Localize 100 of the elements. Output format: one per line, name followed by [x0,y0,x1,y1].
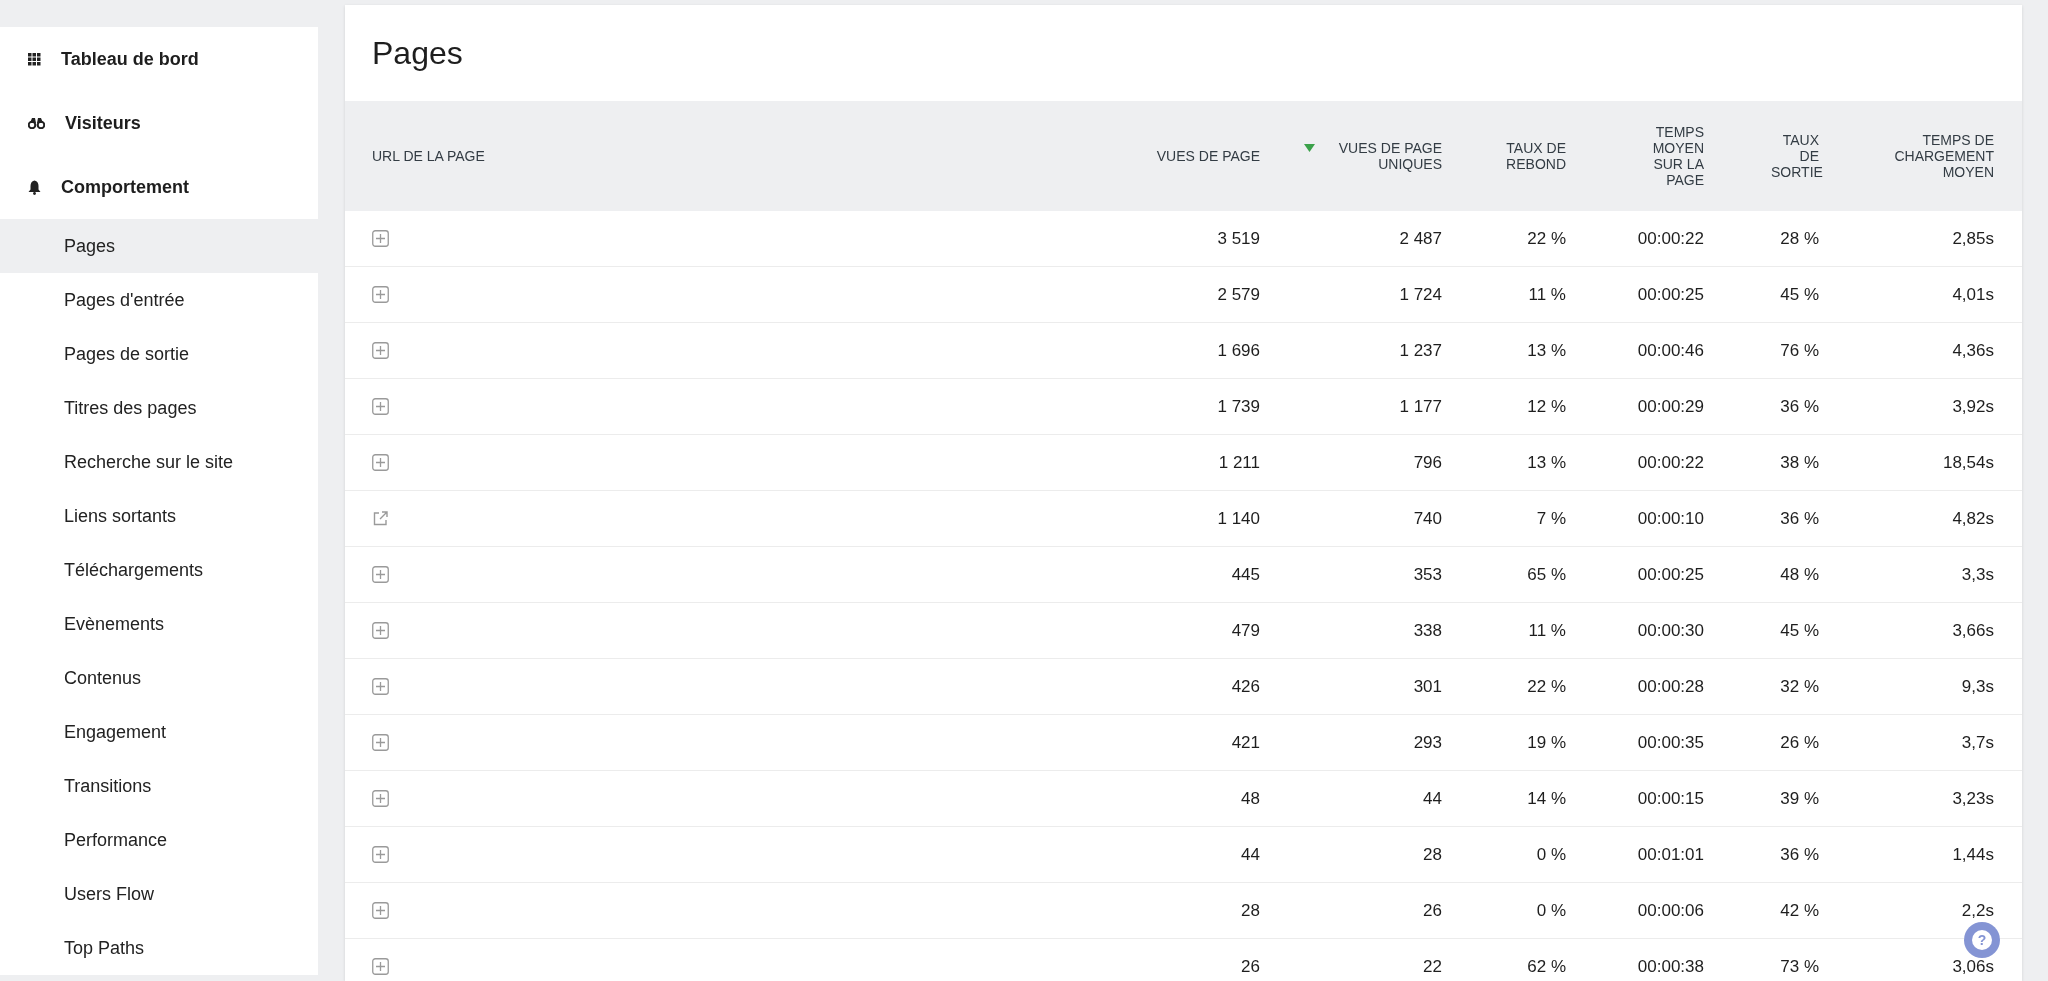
table-cell-text: 62 % [1526,957,1566,976]
table-cell-text: 0 % [1535,845,1566,864]
table-cell-text: 36 % [1779,397,1819,416]
table-cell-text: 00:00:22 [1636,453,1704,472]
sidebar-item[interactable]: Transitions [0,759,318,813]
sidebar-item[interactable]: Evènements [0,597,318,651]
column-header[interactable]: URL DE LA PAGE [372,148,485,164]
table-cell-text: 38 % [1779,453,1819,472]
column-header[interactable]: TEMPS MOYEN SUR LA PAGE [1642,124,1704,188]
table-cell-text: 00:00:06 [1636,901,1704,920]
table-cell-text: 18,54s [1941,453,1994,472]
table-cell-text: 48 [1240,789,1260,808]
table-cell-text: 44 [1240,845,1260,864]
table-cell-text: 1 211 [1217,453,1260,472]
sidebar-item[interactable]: Pages d'entrée [0,273,318,327]
table-cell-text: 796 [1412,453,1442,472]
sidebar-item[interactable]: Pages de sortie [0,327,318,381]
sidebar-item[interactable]: Liens sortants [0,489,318,543]
table-cell-text: 9,3s [1960,677,1994,696]
table-cell-text: 26 % [1779,733,1819,752]
table-cell-text: 3,92s [1951,397,1994,416]
table-cell-text: 421 [1230,733,1260,752]
sidebar-item[interactable]: Recherche sur le site [0,435,318,489]
table-cell-text: 28 [1422,845,1442,864]
table-cell-text: 19 % [1526,733,1566,752]
sidebar-item[interactable]: Engagement [0,705,318,759]
table-cell-text: 338 [1412,621,1442,640]
table-cell-text: 00:00:30 [1636,621,1704,640]
column-header[interactable]: TAUX DE REBOND [1496,140,1566,172]
sidebar-item[interactable]: Performance [0,813,318,867]
table-cell-text: 1 177 [1398,397,1442,416]
table-cell-text: 00:00:35 [1636,733,1704,752]
table-cell-text: 445 [1230,565,1260,584]
page-title: Pages [371,33,464,73]
table-cell-text: 2 487 [1398,229,1442,248]
table-cell-text: 13 % [1526,341,1566,360]
table-cell-text: 1,44s [1951,845,1994,864]
table-cell-text: 4,82s [1951,509,1994,528]
table-cell-text: 00:00:38 [1636,957,1704,976]
table-cell-text: 426 [1230,677,1260,696]
table-cell-text: 3,3s [1960,565,1994,584]
table-cell-text: 11 % [1527,621,1566,640]
table-cell-text: 44 [1422,789,1442,808]
table-cell-text: 00:00:25 [1636,285,1704,304]
table-cell-text: 13 % [1526,453,1566,472]
table-cell-text: 7 % [1535,509,1566,528]
table-cell-text: 0 % [1535,901,1566,920]
table-cell-text: 36 % [1779,845,1819,864]
table-cell-text: 1 237 [1398,341,1442,360]
column-header[interactable]: TEMPS DE CHARGEMENT MOYEN [1884,132,1994,180]
table-cell-text: 4,01s [1951,285,1994,304]
table-cell-text: 14 % [1526,789,1566,808]
sidebar-item[interactable]: Users Flow [0,867,318,921]
table-cell-text: 1 140 [1216,509,1260,528]
table-cell-text: 73 % [1779,957,1819,976]
table-cell-text: 353 [1412,565,1442,584]
table-cell-text: 3 519 [1216,229,1260,248]
table-cell-text: 48 % [1779,565,1819,584]
table-cell-text: 00:00:15 [1636,789,1704,808]
table-cell-text: 4,36s [1951,341,1994,360]
table-cell-text: 3,06s [1951,957,1994,976]
table-cell-text: 00:00:29 [1636,397,1704,416]
table-cell-text: 65 % [1526,565,1566,584]
table-cell-text: 00:00:46 [1636,341,1704,360]
table-cell-text: 39 % [1779,789,1819,808]
table-cell-text: 32 % [1779,677,1819,696]
table-cell-text: 293 [1412,733,1442,752]
table-cell-text: 00:00:10 [1636,509,1704,528]
table-cell-text: 2,85s [1951,229,1994,248]
table-cell-text: 1 739 [1216,397,1260,416]
table-cell-text: 22 % [1526,677,1566,696]
table-cell-text: 301 [1412,677,1442,696]
table-cell-text: 26 [1422,901,1442,920]
sidebar-item[interactable]: Top Paths [0,921,318,975]
column-header[interactable]: VUES DE PAGE UNIQUES [1324,140,1442,172]
sidebar-item[interactable]: Téléchargements [0,543,318,597]
table-cell-text: 00:01:01 [1636,845,1704,864]
table-cell-text: 2 579 [1216,285,1260,304]
column-header[interactable]: VUES DE PAGE [1156,148,1260,164]
sidebar-item[interactable]: Contenus [0,651,318,705]
table-cell-text: 3,66s [1951,621,1994,640]
table-cell-text: 12 % [1526,397,1566,416]
table-cell-text: 22 [1422,957,1442,976]
table-cell-text: 00:00:28 [1636,677,1704,696]
table-cell-text: 2,2s [1960,901,1994,920]
table-cell-text: 45 % [1779,621,1819,640]
table-cell-text: 42 % [1779,901,1819,920]
table-cell-text: 479 [1230,621,1260,640]
table-cell-text: 26 [1240,957,1260,976]
table-cell-text: 00:00:25 [1636,565,1704,584]
sidebar-item[interactable]: Titres des pages [0,381,318,435]
table-cell-text: 45 % [1779,285,1819,304]
table-cell-text: 76 % [1779,341,1819,360]
table-cell-text: 22 % [1526,229,1566,248]
table-cell-text: 28 % [1779,229,1819,248]
table-cell-text: 1 724 [1398,285,1442,304]
table-cell-text: 11 % [1527,285,1566,304]
table-cell-text: 1 696 [1216,341,1260,360]
table-cell-text: 3,7s [1960,733,1994,752]
table-cell-text: 28 [1240,901,1260,920]
